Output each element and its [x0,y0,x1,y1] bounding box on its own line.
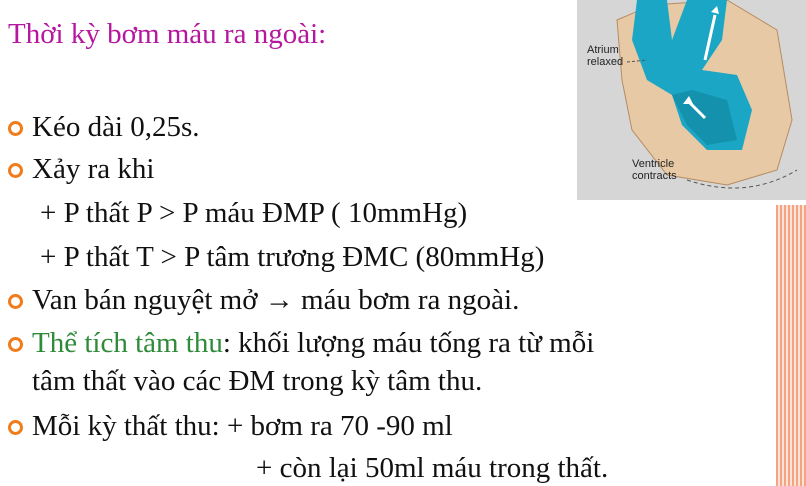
bullet-icon [8,294,23,309]
stroke-volume-definition: : khối lượng máu tống ra từ mỗi [222,327,595,359]
bullet-icon [8,337,23,352]
bullet-icon [8,163,23,178]
bullet-icon [8,121,23,136]
stroke-volume-line2: tâm thất vào các ĐM trong kỳ tâm thu. [32,365,483,397]
heart-illustration [577,0,806,200]
bullet-stroke-volume: Thể tích tâm thu: khối lượng máu tống ra… [32,326,594,360]
bullet-icon [8,420,23,435]
bullet-ejection: Mỗi kỳ thất thu: + bơm ra 70 -90 ml [32,410,453,442]
decorative-stripes [776,205,806,486]
ejection-remaining: + còn lại 50ml máu trong thất. [256,452,609,484]
bullet-duration: Kéo dài 0,25s. [32,111,200,143]
bullet-occurs-when: Xảy ra khi [32,153,155,185]
atrium-label: Atrium relaxed [587,44,624,68]
sub-condition-left: + P thất T > P tâm trương ĐMC (80mmHg) [40,241,545,273]
heart-diagram: Atrium relaxed Ventricle contracts [577,0,806,200]
stroke-volume-term: Thể tích tâm thu [32,327,223,359]
bullet-valve: Van bán nguyệt mở → máu bơm ra ngoài. [32,284,520,316]
slide-title: Thời kỳ bơm máu ra ngoài: [8,18,327,50]
sub-condition-right: + P thất P > P máu ĐMP ( 10mmHg) [40,197,468,229]
ventricle-label: Ventricle contracts [632,158,677,182]
